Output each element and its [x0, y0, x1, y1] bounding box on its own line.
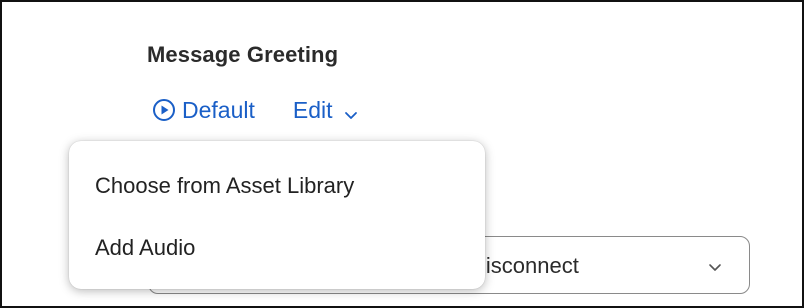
select-value: lisconnect	[481, 253, 579, 278]
play-default-button[interactable]: Default	[152, 97, 255, 124]
screenshot-frame: Message Greeting Default Edit ered lisco…	[0, 0, 804, 308]
section-title: Message Greeting	[147, 42, 339, 67]
chevron-down-icon	[343, 102, 359, 119]
edit-label: Edit	[292, 96, 333, 123]
edit-dropdown-menu: Choose from Asset Library Add Audio	[69, 141, 485, 289]
play-default-label: Default	[182, 96, 255, 123]
select-chevron-down-icon	[707, 259, 723, 275]
menu-item-choose-asset-library[interactable]: Choose from Asset Library	[95, 173, 354, 199]
play-circle-icon	[152, 98, 176, 122]
menu-item-add-audio[interactable]: Add Audio	[95, 235, 195, 261]
edit-dropdown-button[interactable]: Edit	[293, 97, 359, 124]
greeting-actions: Default Edit	[152, 94, 359, 126]
